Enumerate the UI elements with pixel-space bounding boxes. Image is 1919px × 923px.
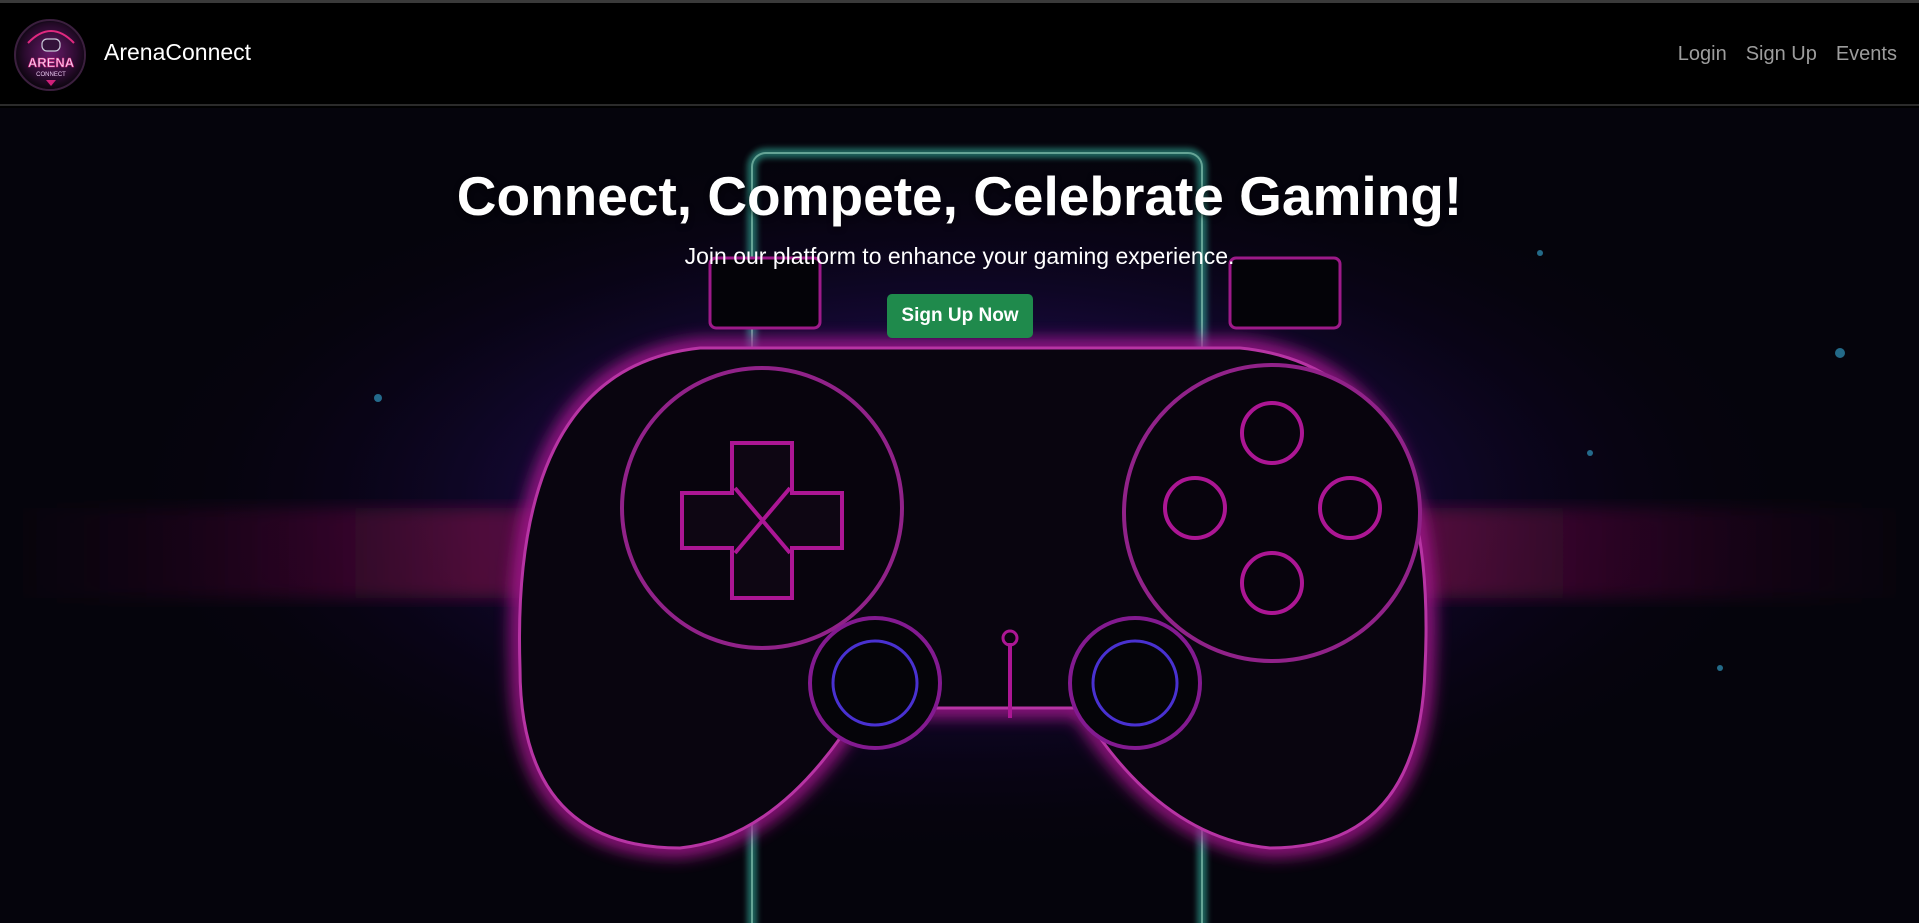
logo-text-bottom: CONNECT (36, 72, 66, 78)
brand-name[interactable]: ArenaConnect (104, 39, 251, 66)
hero-subtitle: Join our platform to enhance your gaming… (684, 243, 1235, 269)
brand[interactable]: ARENA CONNECT ArenaConnect (14, 18, 251, 92)
main-nav: Login Sign Up Events (1678, 43, 1897, 66)
nav-signup-link[interactable]: Sign Up (1746, 43, 1817, 66)
sign-up-now-button[interactable]: Sign Up Now (887, 294, 1033, 338)
logo-text-top: ARENA (28, 55, 75, 70)
hero-section: Connect, Compete, Celebrate Gaming! Join… (0, 108, 1919, 923)
nav-login-link[interactable]: Login (1678, 43, 1727, 66)
hero-title: Connect, Compete, Celebrate Gaming! (456, 165, 1463, 227)
navbar: ARENA CONNECT ArenaConnect Login Sign Up… (0, 3, 1919, 106)
arena-connect-logo[interactable]: ARENA CONNECT (14, 19, 86, 91)
neon-gamepad-icon (0, 108, 1919, 923)
nav-events-link[interactable]: Events (1836, 43, 1897, 66)
